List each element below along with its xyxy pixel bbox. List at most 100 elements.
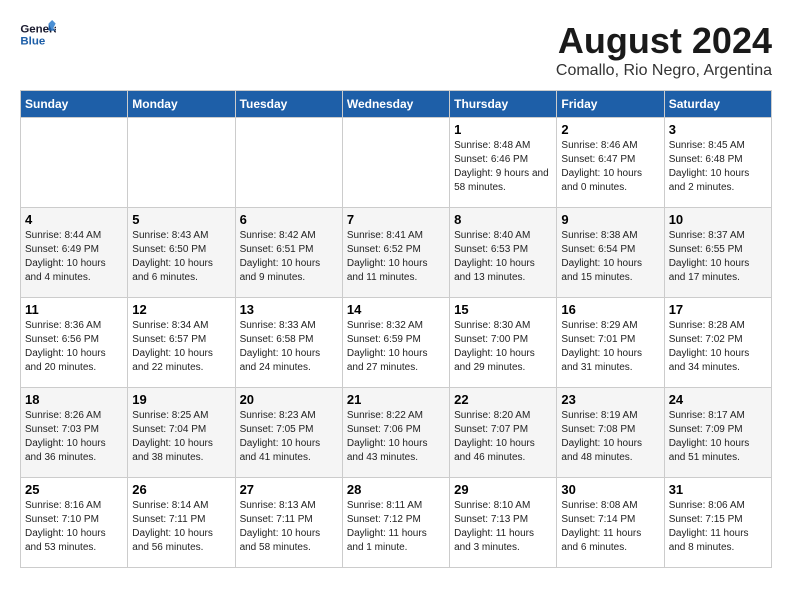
calendar-week-row: 4 Sunrise: 8:44 AM Sunset: 6:49 PM Daylig… (21, 208, 772, 298)
day-info: Sunrise: 8:44 AM Sunset: 6:49 PM Dayligh… (25, 229, 123, 285)
day-info: Sunrise: 8:41 AM Sunset: 6:52 PM Dayligh… (347, 229, 445, 285)
page-header: General Blue August 2024 Comallo, Rio Ne… (20, 20, 772, 80)
calendar-cell: 17 Sunrise: 8:28 AM Sunset: 7:02 PM Dayli… (664, 298, 771, 388)
day-number: 17 (669, 302, 767, 317)
calendar-cell: 15 Sunrise: 8:30 AM Sunset: 7:00 PM Dayli… (450, 298, 557, 388)
month-title: August 2024 (556, 20, 772, 62)
day-number: 20 (240, 392, 338, 407)
day-info: Sunrise: 8:42 AM Sunset: 6:51 PM Dayligh… (240, 229, 338, 285)
calendar-cell: 9 Sunrise: 8:38 AM Sunset: 6:54 PM Daylig… (557, 208, 664, 298)
calendar-cell: 25 Sunrise: 8:16 AM Sunset: 7:10 PM Dayli… (21, 478, 128, 568)
day-info: Sunrise: 8:38 AM Sunset: 6:54 PM Dayligh… (561, 229, 659, 285)
calendar-cell: 30 Sunrise: 8:08 AM Sunset: 7:14 PM Dayli… (557, 478, 664, 568)
title-area: August 2024 Comallo, Rio Negro, Argentin… (556, 20, 772, 80)
day-info: Sunrise: 8:25 AM Sunset: 7:04 PM Dayligh… (132, 409, 230, 465)
day-number: 12 (132, 302, 230, 317)
day-number: 16 (561, 302, 659, 317)
day-number: 15 (454, 302, 552, 317)
weekday-header-row: SundayMondayTuesdayWednesdayThursdayFrid… (21, 91, 772, 118)
calendar-cell: 2 Sunrise: 8:46 AM Sunset: 6:47 PM Daylig… (557, 118, 664, 208)
calendar-cell (21, 118, 128, 208)
calendar-cell: 20 Sunrise: 8:23 AM Sunset: 7:05 PM Dayli… (235, 388, 342, 478)
weekday-header-tuesday: Tuesday (235, 91, 342, 118)
calendar-cell: 1Sunrise: 8:48 AM Sunset: 6:46 PM Daylig… (450, 118, 557, 208)
day-number: 4 (25, 212, 123, 227)
calendar-cell: 7 Sunrise: 8:41 AM Sunset: 6:52 PM Daylig… (342, 208, 449, 298)
day-info: Sunrise: 8:33 AM Sunset: 6:58 PM Dayligh… (240, 319, 338, 375)
day-info: Sunrise: 8:40 AM Sunset: 6:53 PM Dayligh… (454, 229, 552, 285)
calendar-cell: 18 Sunrise: 8:26 AM Sunset: 7:03 PM Dayli… (21, 388, 128, 478)
calendar-cell: 13Sunrise: 8:33 AM Sunset: 6:58 PM Dayli… (235, 298, 342, 388)
day-info: Sunrise: 8:34 AM Sunset: 6:57 PM Dayligh… (132, 319, 230, 375)
day-number: 3 (669, 122, 767, 137)
weekday-header-friday: Friday (557, 91, 664, 118)
day-number: 25 (25, 482, 123, 497)
day-info: Sunrise: 8:28 AM Sunset: 7:02 PM Dayligh… (669, 319, 767, 375)
day-info: Sunrise: 8:08 AM Sunset: 7:14 PM Dayligh… (561, 499, 659, 555)
day-info: Sunrise: 8:23 AM Sunset: 7:05 PM Dayligh… (240, 409, 338, 465)
day-info: Sunrise: 8:19 AM Sunset: 7:08 PM Dayligh… (561, 409, 659, 465)
calendar-cell: 21 Sunrise: 8:22 AM Sunset: 7:06 PM Dayli… (342, 388, 449, 478)
day-info: Sunrise: 8:36 AM Sunset: 6:56 PM Dayligh… (25, 319, 123, 375)
calendar-cell: 28Sunrise: 8:11 AM Sunset: 7:12 PM Dayli… (342, 478, 449, 568)
day-number: 11 (25, 302, 123, 317)
calendar-cell: 27Sunrise: 8:13 AM Sunset: 7:11 PM Dayli… (235, 478, 342, 568)
day-info: Sunrise: 8:46 AM Sunset: 6:47 PM Dayligh… (561, 139, 659, 195)
calendar-cell: 12 Sunrise: 8:34 AM Sunset: 6:57 PM Dayli… (128, 298, 235, 388)
day-number: 30 (561, 482, 659, 497)
weekday-header-wednesday: Wednesday (342, 91, 449, 118)
calendar-cell: 8 Sunrise: 8:40 AM Sunset: 6:53 PM Daylig… (450, 208, 557, 298)
logo: General Blue (20, 20, 56, 50)
day-number: 28 (347, 482, 445, 497)
calendar-week-row: 18 Sunrise: 8:26 AM Sunset: 7:03 PM Dayli… (21, 388, 772, 478)
calendar-week-row: 25 Sunrise: 8:16 AM Sunset: 7:10 PM Dayli… (21, 478, 772, 568)
day-info: Sunrise: 8:16 AM Sunset: 7:10 PM Dayligh… (25, 499, 123, 555)
day-number: 26 (132, 482, 230, 497)
day-info: Sunrise: 8:13 AM Sunset: 7:11 PM Dayligh… (240, 499, 338, 555)
calendar-cell: 16 Sunrise: 8:29 AM Sunset: 7:01 PM Dayli… (557, 298, 664, 388)
day-info: Sunrise: 8:22 AM Sunset: 7:06 PM Dayligh… (347, 409, 445, 465)
calendar-table: SundayMondayTuesdayWednesdayThursdayFrid… (20, 90, 772, 568)
day-info: Sunrise: 8:32 AM Sunset: 6:59 PM Dayligh… (347, 319, 445, 375)
calendar-cell: 14 Sunrise: 8:32 AM Sunset: 6:59 PM Dayli… (342, 298, 449, 388)
day-number: 29 (454, 482, 552, 497)
day-number: 5 (132, 212, 230, 227)
day-number: 2 (561, 122, 659, 137)
calendar-cell: 3Sunrise: 8:45 AM Sunset: 6:48 PM Daylig… (664, 118, 771, 208)
logo-icon: General Blue (20, 20, 56, 50)
day-info: Sunrise: 8:17 AM Sunset: 7:09 PM Dayligh… (669, 409, 767, 465)
weekday-header-monday: Monday (128, 91, 235, 118)
calendar-cell: 11 Sunrise: 8:36 AM Sunset: 6:56 PM Dayli… (21, 298, 128, 388)
day-number: 8 (454, 212, 552, 227)
day-number: 23 (561, 392, 659, 407)
day-info: Sunrise: 8:10 AM Sunset: 7:13 PM Dayligh… (454, 499, 552, 555)
day-number: 6 (240, 212, 338, 227)
calendar-cell (128, 118, 235, 208)
calendar-cell (235, 118, 342, 208)
calendar-week-row: 11 Sunrise: 8:36 AM Sunset: 6:56 PM Dayli… (21, 298, 772, 388)
day-number: 22 (454, 392, 552, 407)
calendar-cell: 5 Sunrise: 8:43 AM Sunset: 6:50 PM Daylig… (128, 208, 235, 298)
day-info: Sunrise: 8:29 AM Sunset: 7:01 PM Dayligh… (561, 319, 659, 375)
weekday-header-thursday: Thursday (450, 91, 557, 118)
day-info: Sunrise: 8:43 AM Sunset: 6:50 PM Dayligh… (132, 229, 230, 285)
day-info: Sunrise: 8:26 AM Sunset: 7:03 PM Dayligh… (25, 409, 123, 465)
day-number: 9 (561, 212, 659, 227)
calendar-cell: 23 Sunrise: 8:19 AM Sunset: 7:08 PM Dayli… (557, 388, 664, 478)
calendar-cell: 24 Sunrise: 8:17 AM Sunset: 7:09 PM Dayli… (664, 388, 771, 478)
calendar-cell: 6 Sunrise: 8:42 AM Sunset: 6:51 PM Daylig… (235, 208, 342, 298)
day-info: Sunrise: 8:30 AM Sunset: 7:00 PM Dayligh… (454, 319, 552, 375)
weekday-header-saturday: Saturday (664, 91, 771, 118)
calendar-cell: 29 Sunrise: 8:10 AM Sunset: 7:13 PM Dayli… (450, 478, 557, 568)
day-number: 18 (25, 392, 123, 407)
day-info: Sunrise: 8:48 AM Sunset: 6:46 PM Dayligh… (454, 139, 552, 195)
day-number: 21 (347, 392, 445, 407)
calendar-cell: 19Sunrise: 8:25 AM Sunset: 7:04 PM Dayli… (128, 388, 235, 478)
day-number: 31 (669, 482, 767, 497)
day-number: 24 (669, 392, 767, 407)
day-number: 14 (347, 302, 445, 317)
calendar-cell: 10Sunrise: 8:37 AM Sunset: 6:55 PM Dayli… (664, 208, 771, 298)
day-number: 7 (347, 212, 445, 227)
svg-text:Blue: Blue (20, 36, 45, 48)
calendar-cell: 22Sunrise: 8:20 AM Sunset: 7:07 PM Dayli… (450, 388, 557, 478)
